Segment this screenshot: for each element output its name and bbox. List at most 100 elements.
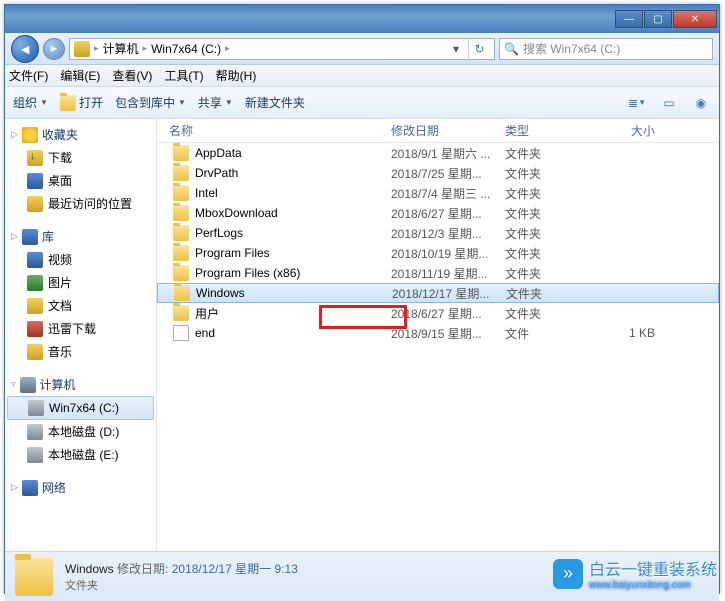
computer-header[interactable]: ▿计算机 [5,373,156,396]
file-name: PerfLogs [195,226,243,240]
file-type: 文件 [505,325,575,342]
content-area: ▷收藏夹 下载 桌面 最近访问的位置 ▷库 视频 图片 文档 迅雷下载 音乐 ▿… [5,119,719,551]
column-date[interactable]: 修改日期 [391,122,505,139]
favorites-header[interactable]: ▷收藏夹 [5,123,156,146]
document-icon [27,298,43,314]
file-type: 文件夹 [505,205,575,222]
computer-icon [20,377,36,393]
breadcrumb-drive[interactable]: Win7x64 (C:) [151,42,221,56]
file-row[interactable]: Program Files2018/10/19 星期...文件夹 [157,243,719,263]
breadcrumb-computer[interactable]: 计算机 [103,40,139,57]
preview-pane-icon[interactable]: ▭ [659,94,679,112]
menu-edit[interactable]: 编辑(E) [60,67,100,84]
menu-help[interactable]: 帮助(H) [216,67,257,84]
status-date: 2018/12/17 星期一 9:13 [172,562,298,576]
maximize-button[interactable]: ▢ [644,10,672,28]
file-size: 1 KB [575,326,675,340]
open-button[interactable]: 打开 [60,94,103,111]
desktop-icon [27,173,43,189]
menu-tools[interactable]: 工具(T) [164,67,203,84]
back-button[interactable]: ◄ [11,35,39,63]
chevron-right-icon: ▸ [143,43,148,54]
file-name: DrvPath [195,166,238,180]
file-date: 2018/12/17 星期... [392,285,506,302]
folder-icon [173,165,189,181]
drive-icon [27,447,43,463]
include-library-button[interactable]: 包含到库中▼ [115,94,186,111]
chevron-down-icon: ▼ [178,98,186,107]
view-options-icon[interactable]: ≣ ▼ [627,94,647,112]
watermark-url: www.baiyunxitong.com [589,580,717,591]
file-row[interactable]: DrvPath2018/7/25 星期...文件夹 [157,163,719,183]
network-header[interactable]: ▷网络 [5,476,156,499]
status-name: Windows [65,562,114,576]
menubar: 文件(F) 编辑(E) 查看(V) 工具(T) 帮助(H) [5,65,719,87]
file-row[interactable]: AppData2018/9/1 星期六 ...文件夹 [157,143,719,163]
open-icon [60,95,76,111]
navbar: ◄ ► ▸ 计算机 ▸ Win7x64 (C:) ▸ ▾ ↻ 🔍 搜索 Win7… [5,33,719,65]
download-icon [27,150,43,166]
sidebar-item-desktop[interactable]: 桌面 [5,169,156,192]
menu-file[interactable]: 文件(F) [9,67,48,84]
file-name: Windows [196,286,245,300]
file-row[interactable]: end2018/9/15 星期...文件1 KB [157,323,719,343]
sidebar-item-documents[interactable]: 文档 [5,294,156,317]
sidebar-item-drive-c[interactable]: Win7x64 (C:) [7,396,154,420]
share-button[interactable]: 共享▼ [198,94,233,111]
file-row[interactable]: Intel2018/7/4 星期三 ...文件夹 [157,183,719,203]
file-icon [173,325,189,341]
file-date: 2018/7/25 星期... [391,165,505,182]
sidebar-item-pictures[interactable]: 图片 [5,271,156,294]
search-input[interactable]: 🔍 搜索 Win7x64 (C:) [499,38,713,60]
column-size[interactable]: 大小 [575,122,675,139]
new-folder-button[interactable]: 新建文件夹 [245,94,305,111]
close-button[interactable]: ✕ [673,10,717,28]
sidebar-item-drive-d[interactable]: 本地磁盘 (D:) [5,420,156,443]
folder-icon [173,265,189,281]
expand-icon: ▷ [11,231,18,242]
address-bar[interactable]: ▸ 计算机 ▸ Win7x64 (C:) ▸ ▾ ↻ [69,38,495,60]
file-name: Program Files [195,246,270,260]
titlebar[interactable]: — ▢ ✕ [5,5,719,33]
sidebar-item-drive-e[interactable]: 本地磁盘 (E:) [5,443,156,466]
folder-icon [173,225,189,241]
libraries-header[interactable]: ▷库 [5,225,156,248]
file-row[interactable]: Program Files (x86)2018/11/19 星期...文件夹 [157,263,719,283]
file-date: 2018/10/19 星期... [391,245,505,262]
file-date: 2018/6/27 星期... [391,305,505,322]
file-date: 2018/7/4 星期三 ... [391,185,505,202]
column-type[interactable]: 类型 [505,122,575,139]
toolbar: 组织▼ 打开 包含到库中▼ 共享▼ 新建文件夹 ≣ ▼ ▭ ◉ [5,87,719,119]
file-row[interactable]: 用户2018/6/27 星期...文件夹 [157,303,719,323]
video-icon [27,252,43,268]
folder-icon [15,558,53,596]
help-icon[interactable]: ◉ [691,94,711,112]
file-date: 2018/6/27 星期... [391,205,505,222]
file-row[interactable]: Windows 2018/12/17 星期...文件夹 [157,283,719,303]
column-name[interactable]: 名称 [157,122,391,139]
explorer-window: — ▢ ✕ ◄ ► ▸ 计算机 ▸ Win7x64 (C:) ▸ ▾ ↻ 🔍 搜… [4,4,720,594]
chevron-down-icon: ▼ [225,98,233,107]
sidebar-item-recent[interactable]: 最近访问的位置 [5,192,156,215]
file-row[interactable]: PerfLogs2018/12/3 星期...文件夹 [157,223,719,243]
file-name: Program Files (x86) [195,266,300,280]
file-row[interactable]: MboxDownload2018/6/27 星期...文件夹 [157,203,719,223]
file-type: 文件夹 [505,145,575,162]
menu-view[interactable]: 查看(V) [112,67,152,84]
file-list: 名称 修改日期 类型 大小 AppData2018/9/1 星期六 ...文件夹… [157,119,719,551]
address-dropdown-icon[interactable]: ▾ [448,42,464,56]
sidebar-item-music[interactable]: 音乐 [5,340,156,363]
file-date: 2018/12/3 星期... [391,225,505,242]
file-type: 文件夹 [506,285,576,302]
watermark: » 白云一键重装系统 www.baiyunxitong.com [553,556,717,591]
forward-button[interactable]: ► [43,38,65,60]
column-headers: 名称 修改日期 类型 大小 [157,119,719,143]
organize-button[interactable]: 组织▼ [13,94,48,111]
collapse-icon: ▿ [11,379,16,390]
file-type: 文件夹 [505,305,575,322]
sidebar-item-downloads[interactable]: 下载 [5,146,156,169]
minimize-button[interactable]: — [615,10,643,28]
sidebar-item-video[interactable]: 视频 [5,248,156,271]
sidebar-item-xunlei[interactable]: 迅雷下载 [5,317,156,340]
refresh-icon[interactable]: ↻ [468,38,490,60]
